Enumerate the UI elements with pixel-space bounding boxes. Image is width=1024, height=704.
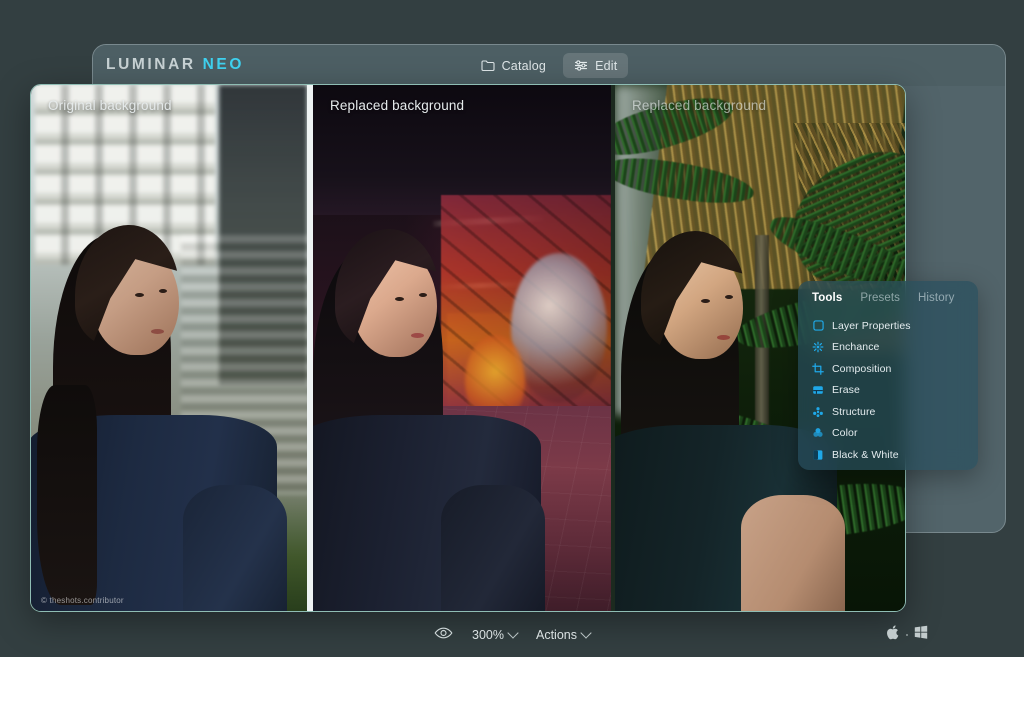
color-wheel-icon [812, 427, 824, 439]
chevron-down-icon [507, 627, 518, 638]
pane-replaced-tunnel[interactable]: Replaced background [313, 85, 611, 611]
tool-item-structure-label: Structure [832, 406, 876, 418]
actions-label: Actions [536, 628, 577, 642]
pane-label-original: Original background [48, 98, 172, 113]
pane-label-replaced-tunnel: Replaced background [330, 98, 464, 113]
sparkle-enhance-icon [812, 341, 824, 353]
nav-item-edit[interactable]: Edit [563, 53, 628, 78]
image-watermark: © theshots.contributor [41, 596, 124, 605]
screenshot-root: LUMINAR NEO Catalog [0, 0, 1024, 704]
preview-toggle-button[interactable] [434, 626, 453, 643]
tool-item-color[interactable]: Color [812, 423, 978, 445]
tool-item-erase[interactable]: Erase [812, 380, 978, 402]
separator-dot [906, 634, 908, 636]
tools-panel-tabs: Tools Presets History [798, 281, 978, 309]
image-canvas[interactable]: Original background © theshots.contribut… [30, 84, 906, 612]
main-nav: Catalog Edit [93, 53, 1005, 78]
folder-icon [481, 59, 495, 72]
eraser-icon [812, 384, 824, 396]
tool-item-enchance[interactable]: Enchance [812, 337, 978, 359]
tab-history[interactable]: History [918, 292, 954, 304]
nav-item-edit-label: Edit [595, 59, 617, 73]
windows-logo [914, 625, 928, 644]
apple-logo [887, 625, 900, 645]
model-figure-tunnel [313, 85, 611, 611]
chevron-down-icon [580, 627, 591, 638]
pane-label-replaced-jungle: Replaced background [632, 98, 766, 113]
eye-icon [434, 626, 453, 643]
tab-presets[interactable]: Presets [860, 292, 900, 304]
tools-list: Layer Properties Enchance Compositi [798, 309, 978, 466]
tool-item-structure[interactable]: Structure [812, 401, 978, 423]
bottom-bar: 300% Actions [0, 612, 1024, 657]
tool-item-enchance-label: Enchance [832, 341, 880, 353]
tool-item-color-label: Color [832, 427, 858, 439]
tools-panel[interactable]: Tools Presets History Layer Properties [798, 281, 978, 470]
tab-tools[interactable]: Tools [812, 292, 842, 304]
tool-item-composition-label: Composition [832, 363, 891, 375]
tool-item-layer-properties-label: Layer Properties [832, 320, 911, 332]
tool-item-layer-properties[interactable]: Layer Properties [812, 315, 978, 337]
structure-icon [812, 406, 824, 418]
pane-original[interactable]: Original background © theshots.contribut… [31, 85, 307, 611]
square-layer-icon [812, 320, 824, 332]
bottom-bar-center-group: 300% Actions [0, 626, 1024, 643]
nav-item-catalog[interactable]: Catalog [470, 53, 558, 78]
tool-item-black-white-label: Black & White [832, 449, 899, 461]
crop-icon [812, 363, 824, 375]
tool-item-erase-label: Erase [832, 384, 860, 396]
model-figure-original [31, 85, 307, 611]
sliders-icon [574, 59, 588, 72]
app-header: LUMINAR NEO Catalog [93, 45, 1005, 86]
nav-item-catalog-label: Catalog [502, 59, 547, 73]
zoom-level-dropdown[interactable]: 300% [472, 628, 517, 642]
black-white-icon [812, 449, 824, 461]
tool-item-composition[interactable]: Composition [812, 358, 978, 380]
zoom-level-value: 300% [472, 628, 504, 642]
page-white-strip [0, 657, 1024, 704]
actions-dropdown[interactable]: Actions [536, 628, 590, 642]
platform-badges [887, 625, 928, 645]
tool-item-black-white[interactable]: Black & White [812, 444, 978, 466]
